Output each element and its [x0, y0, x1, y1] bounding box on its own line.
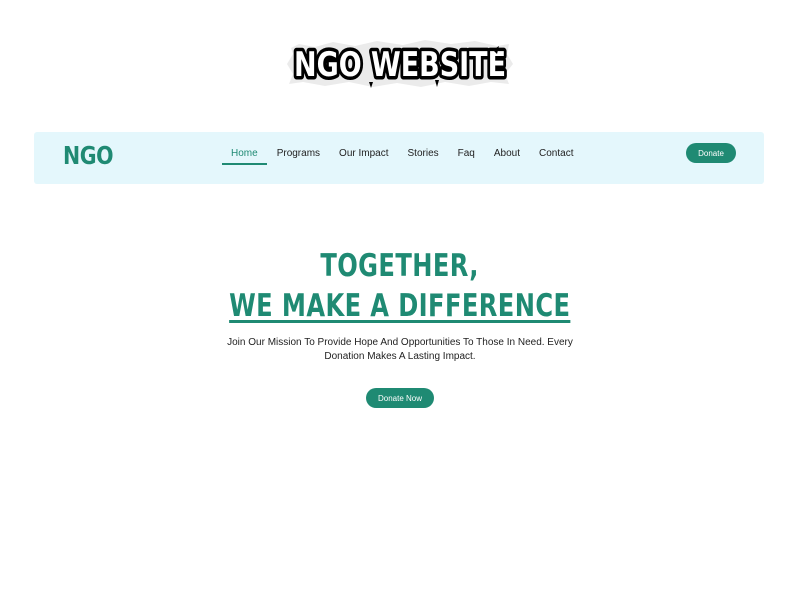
page: NGO WEBSITE NGO Home Programs Our Impact… [0, 0, 800, 600]
nav-link-faq[interactable]: Faq [458, 146, 475, 165]
hero-heading-line1: TOGETHER, [320, 248, 480, 284]
nav-link-programs[interactable]: Programs [277, 146, 320, 165]
brand-logo[interactable]: NGO [63, 141, 114, 170]
navbar: NGO Home Programs Our Impact Stories Faq… [34, 132, 764, 184]
nav-link-about[interactable]: About [494, 146, 520, 165]
nav-link-our-impact[interactable]: Our Impact [339, 146, 388, 165]
banner-title: NGO WEBSITE [294, 45, 506, 85]
hero-heading-line2: WE MAKE A DIFFERENCE [229, 288, 571, 324]
hero-section: TOGETHER, WE MAKE A DIFFERENCE Join Our … [0, 246, 800, 408]
nav-link-contact[interactable]: Contact [539, 146, 573, 165]
nav-links: Home Programs Our Impact Stories Faq Abo… [222, 146, 592, 172]
nav-link-stories[interactable]: Stories [408, 146, 439, 165]
ngo-website-logo: NGO WEBSITE [287, 40, 513, 89]
banner: NGO WEBSITE [0, 38, 800, 90]
donate-button[interactable]: Donate [686, 143, 736, 163]
donate-now-button[interactable]: Donate Now [366, 388, 434, 408]
nav-link-home[interactable]: Home [222, 146, 267, 165]
hero-subtitle: Join Our Mission To Provide Hope And Opp… [227, 337, 573, 362]
